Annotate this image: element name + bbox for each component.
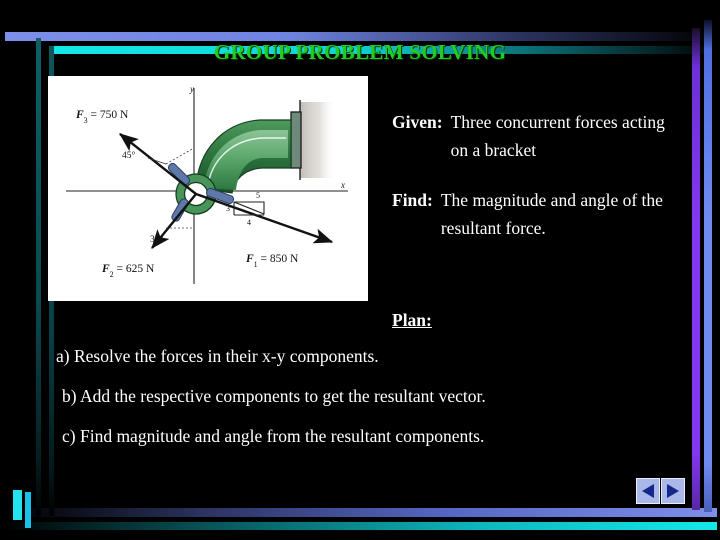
force-label-f3: F3 = 750 N: [75, 109, 129, 125]
page-title: GROUP PROBLEM SOLVING: [213, 40, 507, 64]
force-label-f2: F2 = 625 N: [101, 263, 155, 279]
force-arrow-f1: [195, 192, 334, 244]
angle-45-label: 45°: [122, 150, 136, 161]
right-blue-bar: [704, 20, 712, 512]
y-axis-label: y: [189, 84, 194, 94]
left-cyan-accent-inner: [25, 492, 31, 528]
plan-list: a) Resolve the forces in their x-y compo…: [56, 346, 676, 466]
given-text: Three concurrent forces acting on a brac…: [450, 112, 665, 160]
plan-item-c: c) Find magnitude and angle from the res…: [62, 426, 485, 446]
triangle-right-icon: [667, 484, 679, 498]
force-arrow-f3: [119, 133, 197, 195]
previous-slide-button[interactable]: [636, 478, 660, 504]
given-find-block: Given: Three concurrent forces acting on…: [392, 108, 682, 242]
angle-30-label: 30°: [150, 234, 164, 245]
slide-canvas: GROUP PROBLEM SOLVING x y 45° 30° 3 4 5 …: [0, 0, 720, 540]
slope-run-label: 4: [247, 218, 251, 227]
force-label-f1: F1 = 850 N: [245, 253, 299, 269]
angle-45-guide: [165, 147, 195, 165]
bracket-force-diagram: x y 45° 30° 3 4 5 F3 = 750 N F2 = 625 N …: [48, 76, 368, 301]
bottom-blue-bar: [5, 508, 717, 517]
given-row: Given: Three concurrent forces acting on…: [392, 108, 682, 164]
slope-hyp-label: 5: [256, 191, 260, 200]
slope-rise-label: 3: [226, 204, 230, 213]
given-find-spacer: [392, 164, 682, 186]
triangle-left-icon: [642, 484, 654, 498]
slide-navigation: [636, 478, 686, 504]
plan-heading: Plan:: [392, 310, 432, 330]
plan-item-a: a) Resolve the forces in their x-y compo…: [56, 346, 379, 366]
find-text: The magnitude and angle of the resultant…: [440, 190, 663, 238]
bottom-cyan-bar: [5, 522, 717, 530]
left-cyan-accent-outer: [13, 490, 22, 520]
wall-hatch: [300, 102, 336, 178]
given-label: Given:: [392, 112, 443, 132]
x-axis-label: x: [340, 180, 345, 190]
find-row: Find: The magnitude and angle of the res…: [392, 186, 682, 242]
left-teal-bar-outer: [36, 38, 41, 516]
figure-svg: x y 45° 30° 3 4 5 F3 = 750 N F2 = 625 N …: [66, 84, 348, 284]
right-purple-bar: [692, 28, 700, 510]
find-label: Find:: [392, 190, 433, 210]
wall-plate: [290, 111, 302, 169]
next-slide-button[interactable]: [661, 478, 685, 504]
plan-item-b: b) Add the respective components to get …: [62, 386, 486, 406]
